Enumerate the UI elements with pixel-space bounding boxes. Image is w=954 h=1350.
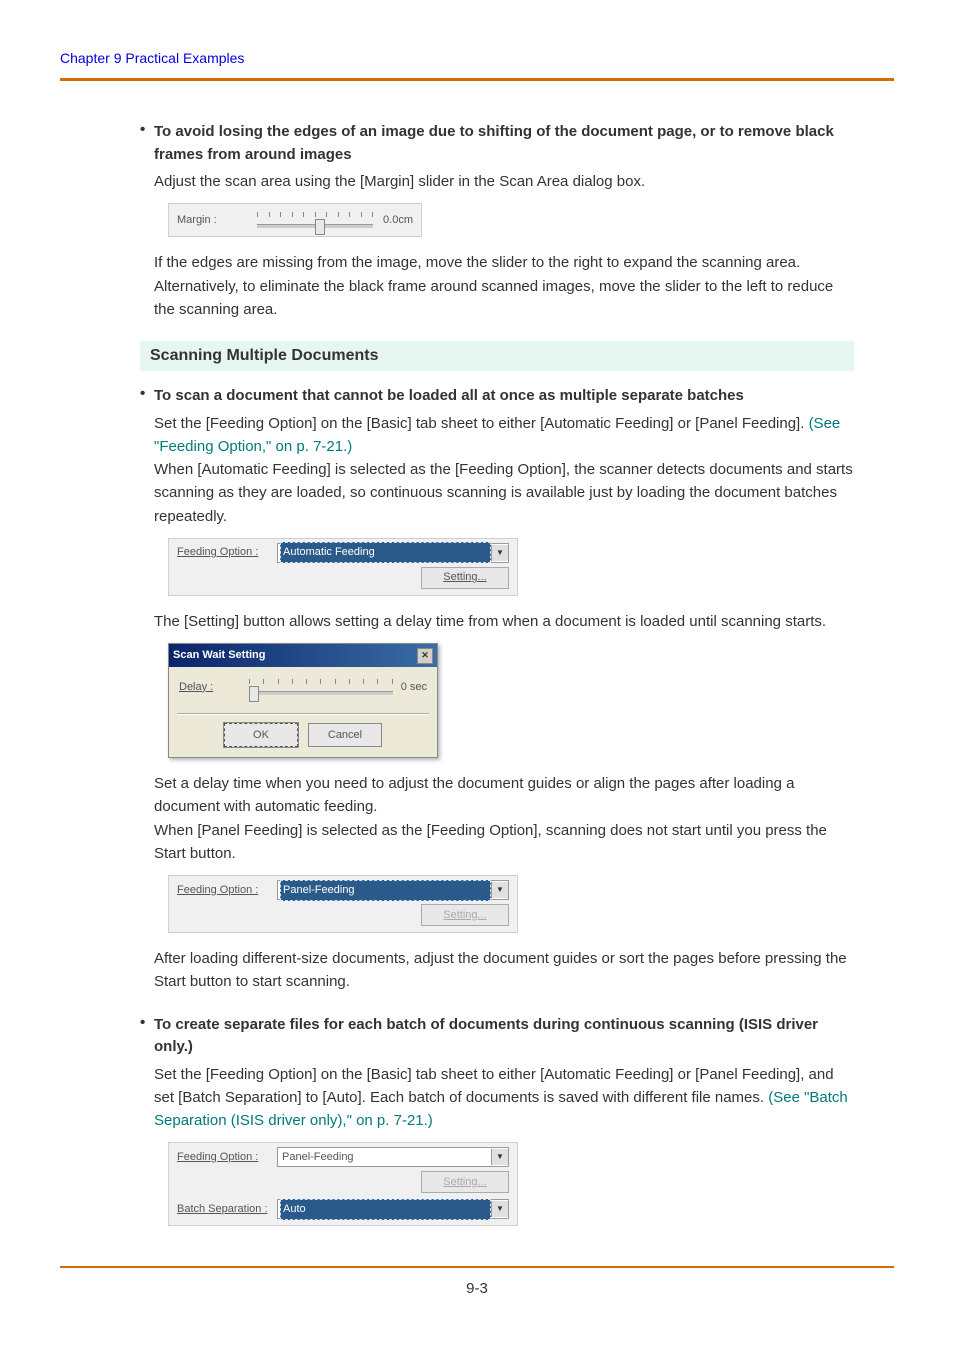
page-number: 9-3 — [60, 1268, 894, 1309]
dropdown-arrow-icon: ▼ — [491, 1201, 508, 1217]
body-text: Set the [Feeding Option] on the [Basic] … — [154, 412, 854, 459]
body-text: Set a delay time when you need to adjust… — [154, 772, 854, 819]
delay-value: 0 sec — [401, 679, 427, 696]
bullet-icon: • — [140, 121, 154, 138]
select-value: Auto — [280, 1199, 491, 1220]
dialog-title-text: Scan Wait Setting — [173, 647, 266, 664]
select-value: Automatic Feeding — [280, 542, 491, 563]
dropdown-arrow-icon: ▼ — [491, 545, 508, 561]
bullet-icon: • — [140, 385, 154, 402]
bullet-title: To avoid losing the edges of an image du… — [154, 121, 854, 166]
scan-wait-dialog: Scan Wait Setting ✕ Delay : — [168, 643, 438, 758]
feeding-option-panel: Feeding Option : Automatic Feeding ▼ Set… — [168, 538, 518, 596]
dropdown-arrow-icon: ▼ — [491, 1149, 508, 1165]
feeding-option-select[interactable]: Panel-Feeding ▼ — [277, 880, 509, 900]
margin-label: Margin : — [177, 212, 257, 229]
select-value: Panel-Feeding — [280, 1148, 491, 1167]
dialog-titlebar: Scan Wait Setting ✕ — [169, 644, 437, 667]
feeding-option-select[interactable]: Automatic Feeding ▼ — [277, 543, 509, 563]
body-text: If the edges are missing from the image,… — [154, 251, 854, 321]
text-segment: Set the [Feeding Option] on the [Basic] … — [154, 415, 809, 432]
batch-separation-label: Batch Separation : — [177, 1201, 277, 1218]
setting-button: Setting... — [421, 1171, 509, 1193]
margin-slider-panel: Margin : 0.0cm — [168, 203, 422, 237]
setting-button[interactable]: Setting... — [421, 567, 509, 589]
body-text: The [Setting] button allows setting a de… — [154, 610, 854, 633]
chapter-title: Chapter 9 Practical Examples — [60, 50, 244, 66]
setting-button: Setting... — [421, 904, 509, 926]
delay-slider[interactable] — [249, 677, 393, 697]
feeding-option-select[interactable]: Panel-Feeding ▼ — [277, 1147, 509, 1167]
ok-button[interactable]: OK — [224, 723, 298, 747]
feeding-option-label: Feeding Option : — [177, 882, 277, 899]
margin-slider[interactable] — [257, 210, 373, 230]
section-header: Scanning Multiple Documents — [140, 341, 854, 371]
body-text: When [Automatic Feeding] is selected as … — [154, 458, 854, 528]
feeding-batch-panel: Feeding Option : Panel-Feeding ▼ Setting… — [168, 1142, 518, 1226]
bullet-icon: • — [140, 1014, 154, 1031]
cancel-button[interactable]: Cancel — [308, 723, 382, 747]
delay-label: Delay : — [179, 679, 249, 696]
text-segment: Set the [Feeding Option] on the [Basic] … — [154, 1066, 834, 1106]
body-text: When [Panel Feeding] is selected as the … — [154, 819, 854, 866]
body-text: After loading different-size documents, … — [154, 947, 854, 994]
margin-value: 0.0cm — [383, 212, 413, 229]
dropdown-arrow-icon: ▼ — [491, 882, 508, 898]
header-divider — [60, 78, 894, 81]
bullet-title: To create separate files for each batch … — [154, 1014, 854, 1059]
body-text: Set the [Feeding Option] on the [Basic] … — [154, 1063, 854, 1133]
select-value: Panel-Feeding — [280, 880, 491, 901]
batch-separation-select[interactable]: Auto ▼ — [277, 1199, 509, 1219]
feeding-option-panel: Feeding Option : Panel-Feeding ▼ Setting… — [168, 875, 518, 933]
page-header: Chapter 9 Practical Examples — [60, 50, 894, 66]
close-icon[interactable]: ✕ — [417, 648, 433, 664]
bullet-title: To scan a document that cannot be loaded… — [154, 385, 744, 408]
body-text: Adjust the scan area using the [Margin] … — [154, 170, 854, 193]
feeding-option-label: Feeding Option : — [177, 1149, 277, 1166]
feeding-option-label: Feeding Option : — [177, 544, 277, 561]
